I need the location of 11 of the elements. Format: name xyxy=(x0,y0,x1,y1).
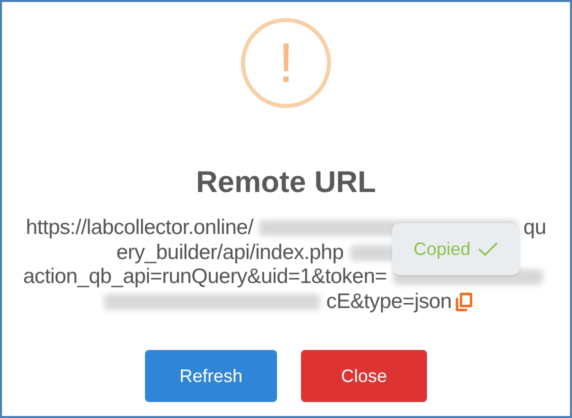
dialog-title: Remote URL xyxy=(196,166,376,200)
close-button[interactable]: Close xyxy=(301,350,427,402)
tooltip-text: Copied xyxy=(413,238,471,260)
refresh-button[interactable]: Refresh xyxy=(145,350,277,402)
url-text: https://labcollector.online/ xyxy=(26,216,254,240)
url-text: cE&type=json xyxy=(326,290,452,314)
copy-icon[interactable] xyxy=(454,290,474,313)
url-text: qu xyxy=(523,216,546,240)
warning-icon: ! xyxy=(241,18,331,108)
url-text: action_qb_api=runQuery&uid=1&token= xyxy=(23,265,387,290)
url-text: ery_builder/api/index.php xyxy=(116,240,344,265)
